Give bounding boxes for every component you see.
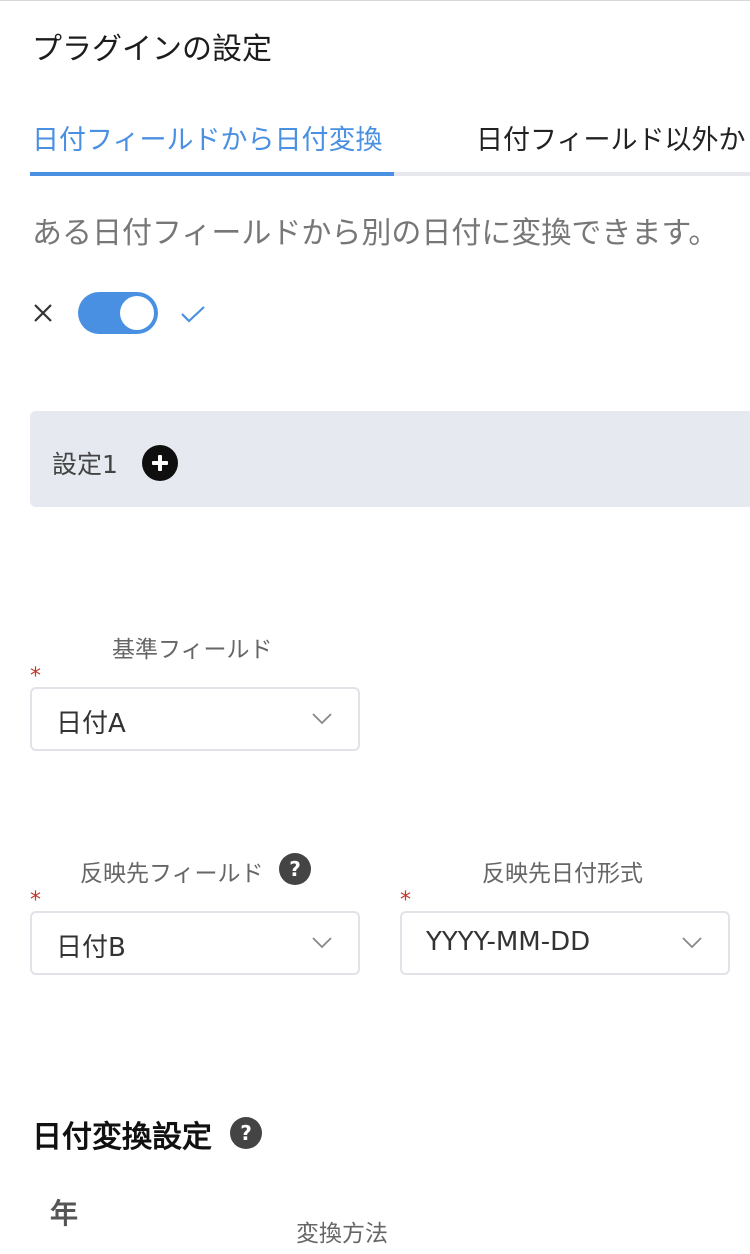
date-format-select[interactable]: YYYY-MM-DD [400,911,730,975]
page-title: プラグインの設定 [32,32,272,67]
close-icon [34,304,52,322]
required-mark: * [30,888,41,913]
chevron-down-icon [682,937,702,949]
target-field-select[interactable]: 日付B [30,911,360,975]
top-divider [0,0,750,1]
base-field-label: 基準フィールド [112,637,273,663]
required-mark: * [30,664,41,689]
year-label: 年 [50,1197,79,1230]
check-icon [181,306,205,323]
setting-label: 設定1 [52,450,118,479]
help-icon[interactable]: ? [279,853,311,885]
date-format-value: YYYY-MM-DD [426,927,591,957]
chevron-down-icon [312,713,332,725]
chevron-down-icon [312,937,332,949]
enable-switch[interactable] [78,292,158,334]
description-text: ある日付フィールドから別の日付に変換できます。 [32,216,719,251]
target-field-value: 日付B [56,933,126,963]
tab-date-field-conversion[interactable]: 日付フィールドから日付変換 [32,118,382,157]
help-icon[interactable]: ? [230,1117,262,1149]
required-mark: * [400,888,411,913]
base-field-select[interactable]: 日付A [30,687,360,751]
target-field-label: 反映先フィールド [80,861,264,887]
setting-header: 設定1 [30,411,750,507]
add-circle-icon[interactable] [142,445,178,481]
enable-toggle-row [32,292,232,334]
active-tab-indicator [30,172,394,176]
tab-non-date-field-conversion[interactable]: 日付フィールド以外か [476,118,745,157]
switch-knob [120,296,154,330]
conversion-method-label: 変換方法 [296,1221,388,1247]
tab-bar: 日付フィールドから日付変換 日付フィールド以外か [30,112,750,176]
conversion-settings-title: 日付変換設定 [32,1120,212,1155]
base-field-value: 日付A [56,709,126,739]
date-format-label: 反映先日付形式 [482,861,643,887]
